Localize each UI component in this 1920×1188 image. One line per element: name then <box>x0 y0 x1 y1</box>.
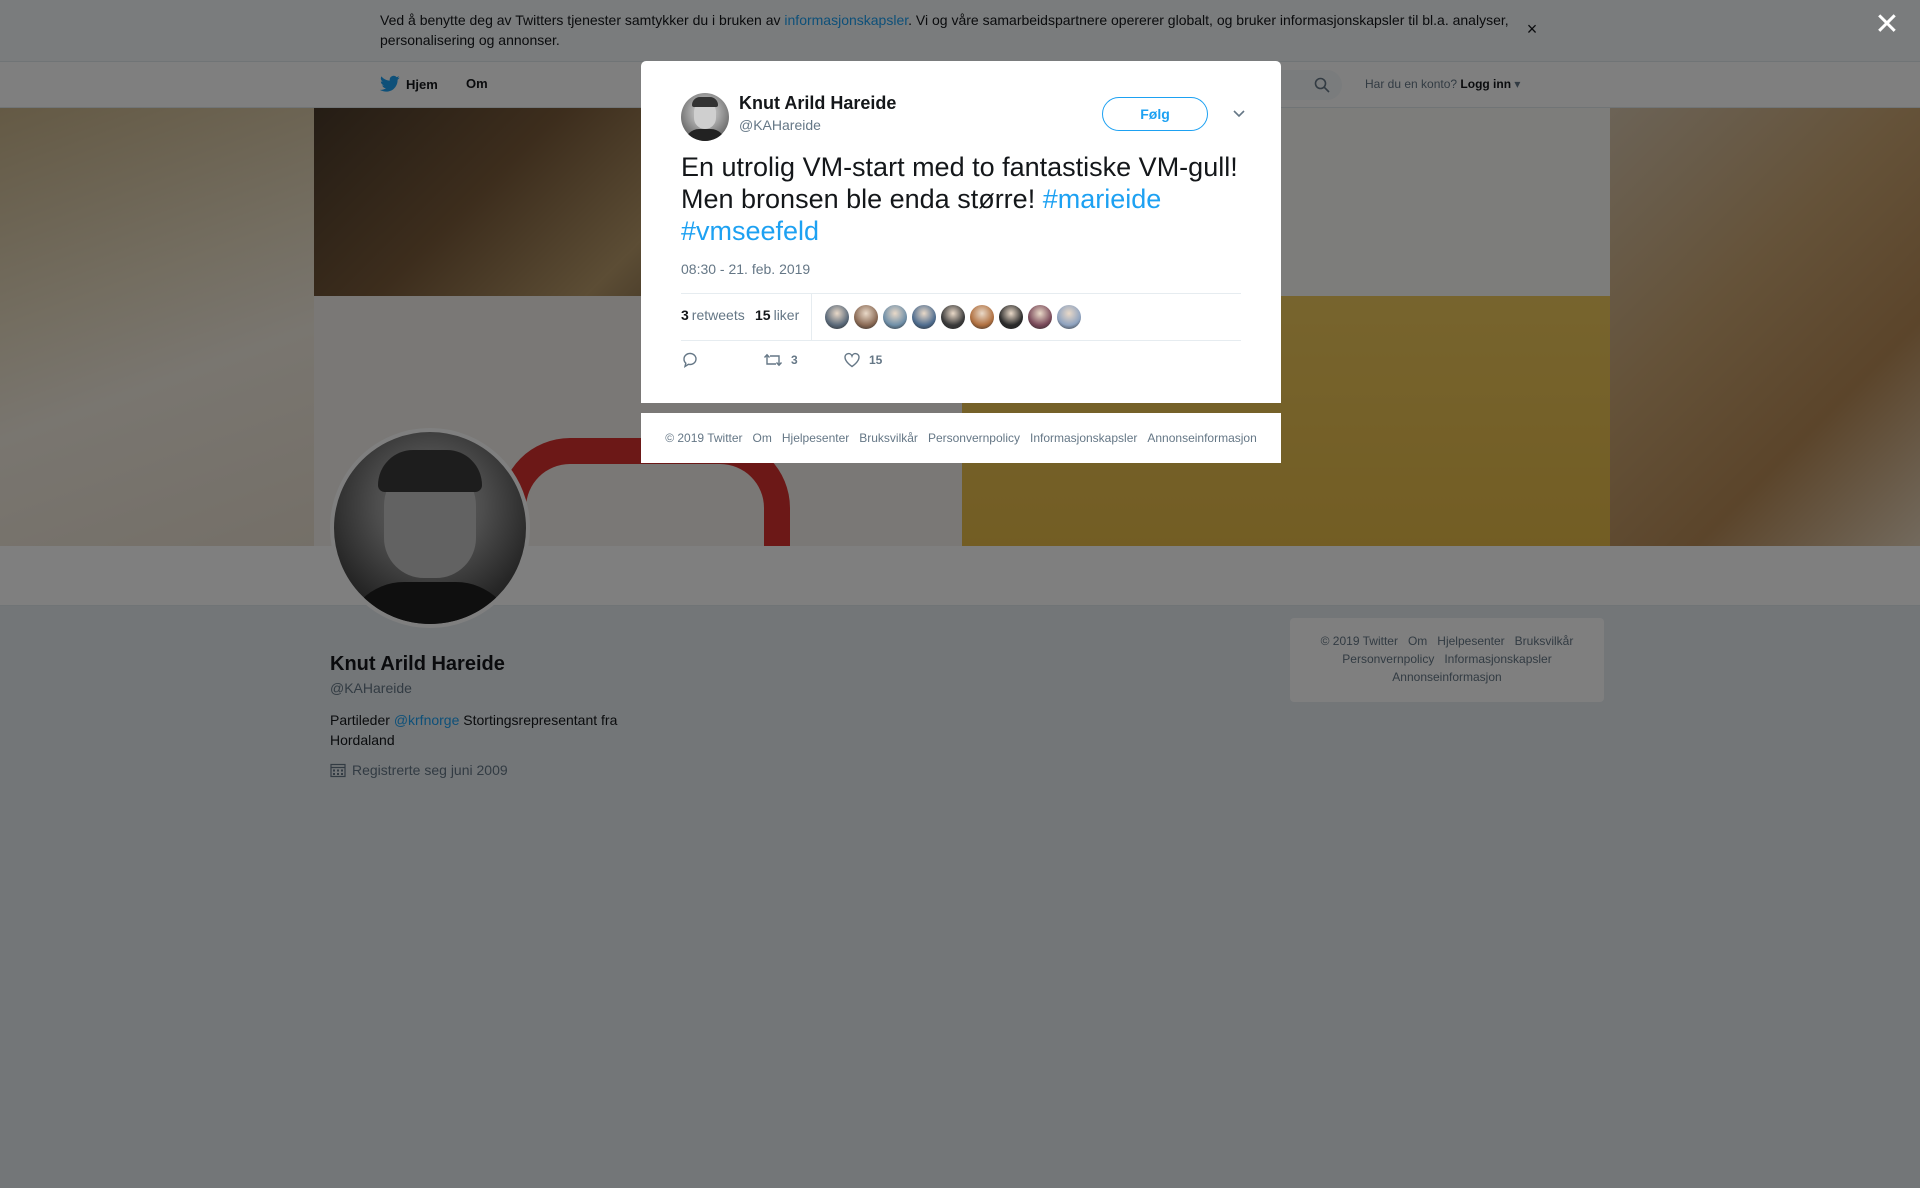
follow-button[interactable]: Følg <box>1102 97 1208 131</box>
hashtag-link[interactable]: #marieide <box>1043 184 1162 214</box>
footer-link-about[interactable]: Om <box>753 431 772 445</box>
liker-avatar[interactable] <box>912 305 936 329</box>
retweet-icon <box>763 353 783 367</box>
tweet-modal: Knut Arild Hareide @KAHareide Følg En ut… <box>641 61 1281 403</box>
stats-divider <box>811 294 812 340</box>
tweet-stats: 3 retweets 15 liker <box>681 293 1241 341</box>
liker-avatar[interactable] <box>970 305 994 329</box>
like-action-count: 15 <box>869 353 883 367</box>
modal-footer: © 2019 Twitter Om Hjelpesenter Bruksvilkår P… <box>641 413 1281 463</box>
liker-avatar[interactable] <box>1057 305 1081 329</box>
footer-link-ads-info[interactable]: Annonseinformasjon <box>1147 431 1256 445</box>
like-label: liker <box>773 307 800 323</box>
avatar-shape <box>685 129 725 141</box>
footer-link-help[interactable]: Hjelpesenter <box>782 431 849 445</box>
footer-link-terms[interactable]: Bruksvilkår <box>859 431 918 445</box>
tweet-text: En utrolig VM-start med to fantastiske V… <box>681 151 1251 247</box>
liker-avatar[interactable] <box>883 305 907 329</box>
heart-icon <box>844 352 860 368</box>
like-count-stat[interactable]: 15 liker <box>755 307 799 323</box>
footer-link-cookies[interactable]: Informasjonskapsler <box>1030 431 1137 445</box>
tweet-author-handle[interactable]: @KAHareide <box>739 117 821 133</box>
footer-link-privacy[interactable]: Personvernpolicy <box>928 431 1020 445</box>
tweet-timestamp[interactable]: 08:30 - 21. feb. 2019 <box>681 261 810 277</box>
like-button[interactable]: 15 <box>843 351 882 369</box>
hashtag-link[interactable]: #vmseefeld <box>681 216 819 246</box>
like-count: 15 <box>755 307 771 323</box>
liker-avatar[interactable] <box>1028 305 1052 329</box>
retweet-button[interactable]: 3 <box>763 351 798 369</box>
avatar-shape <box>692 97 718 107</box>
liker-avatar[interactable] <box>854 305 878 329</box>
chevron-down-icon[interactable] <box>1227 101 1251 125</box>
footer-copyright: © 2019 Twitter <box>665 431 743 445</box>
close-icon[interactable]: ✕ <box>1872 10 1902 40</box>
retweet-action-count: 3 <box>791 353 798 367</box>
reply-button[interactable] <box>681 351 699 369</box>
tweet-author-avatar[interactable] <box>681 93 729 141</box>
liker-avatar[interactable] <box>941 305 965 329</box>
retweet-count-stat[interactable]: 3 retweets <box>681 307 745 323</box>
tweet-actions: 3 15 <box>681 351 1241 375</box>
tweet-author-name[interactable]: Knut Arild Hareide <box>739 93 896 114</box>
retweet-count: 3 <box>681 307 689 323</box>
liker-avatar[interactable] <box>999 305 1023 329</box>
liker-avatar[interactable] <box>825 305 849 329</box>
likers-avatars <box>825 305 1081 329</box>
reply-icon <box>683 352 697 369</box>
retweet-label: retweets <box>691 307 745 323</box>
